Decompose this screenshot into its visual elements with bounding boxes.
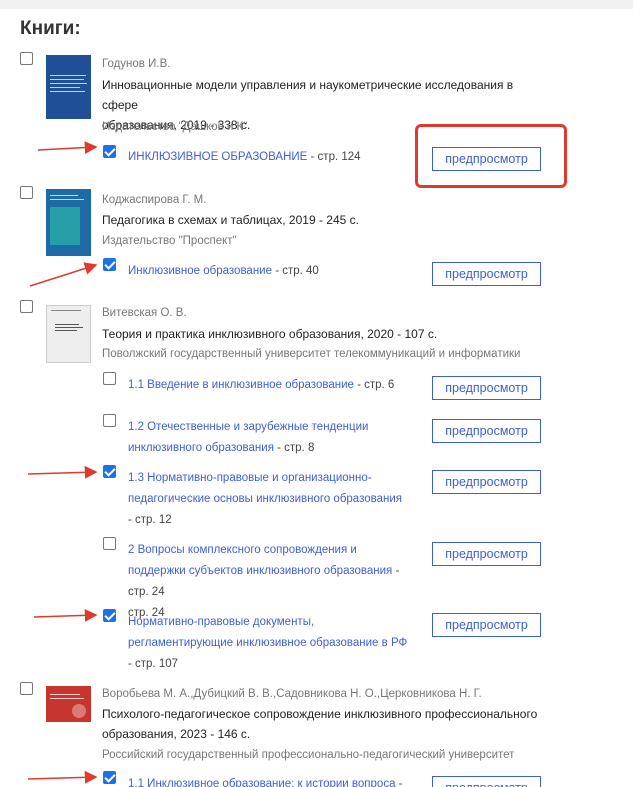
arrow-icon — [29, 262, 98, 287]
arrow-icon — [33, 608, 98, 622]
arrow-icon — [37, 141, 98, 154]
arrow-icon — [27, 770, 98, 784]
annotation-arrows — [27, 141, 98, 784]
arrow-icon — [27, 465, 98, 479]
